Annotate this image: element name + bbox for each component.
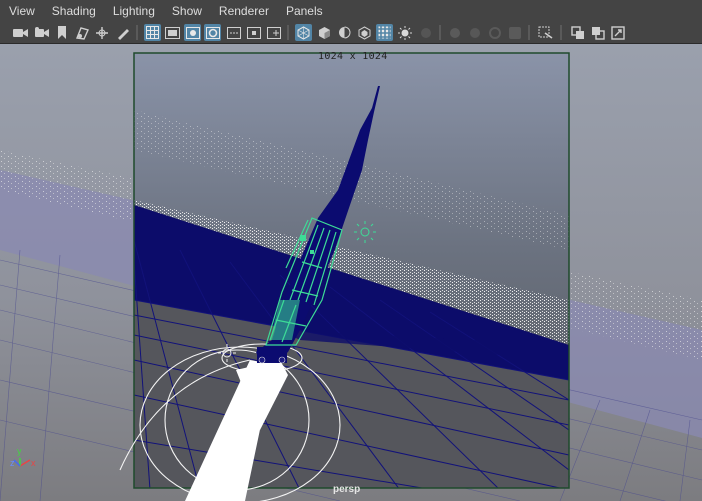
safe-action-icon[interactable] — [245, 24, 262, 41]
depth-of-field-icon[interactable] — [506, 24, 523, 41]
axis-label-y: y — [17, 446, 22, 456]
wireframe-icon[interactable] — [295, 24, 312, 41]
menu-view[interactable]: View — [0, 4, 43, 18]
select-camera-icon[interactable] — [12, 24, 29, 41]
safe-title-icon[interactable] — [265, 24, 282, 41]
gate-mask-icon[interactable] — [204, 24, 221, 41]
grease-pencil-icon[interactable] — [114, 24, 131, 41]
antialiasing-icon[interactable] — [486, 24, 503, 41]
axis-label-z: z — [10, 458, 15, 468]
smooth-shade-icon[interactable] — [316, 24, 333, 41]
xray-icon[interactable] — [376, 24, 393, 41]
shadows-icon[interactable] — [417, 24, 434, 41]
2d-pan-zoom-icon[interactable] — [94, 24, 111, 41]
menu-renderer[interactable]: Renderer — [210, 4, 277, 18]
panel-menubar: View Shading Lighting Show Renderer Pane… — [0, 0, 702, 22]
ambient-occlusion-icon[interactable] — [446, 24, 463, 41]
menu-shading[interactable]: Shading — [43, 4, 104, 18]
isolate-select-icon[interactable] — [537, 24, 554, 41]
xray-active-icon[interactable] — [589, 24, 606, 41]
camera-view-icon[interactable] — [609, 24, 626, 41]
use-lights-icon[interactable] — [396, 24, 413, 41]
motion-blur-icon[interactable] — [466, 24, 483, 41]
grid-icon[interactable] — [144, 24, 161, 41]
menu-lighting[interactable]: Lighting — [104, 4, 163, 18]
menu-show[interactable]: Show — [163, 4, 210, 18]
xray-joints-icon[interactable] — [569, 24, 586, 41]
panel-toolbar — [0, 22, 702, 44]
field-chart-icon[interactable] — [225, 24, 242, 41]
bounding-box-icon[interactable] — [336, 24, 353, 41]
camera-name-label: persp — [333, 484, 361, 495]
use-default-material-icon[interactable] — [356, 24, 373, 41]
image-plane-icon[interactable] — [73, 24, 90, 41]
bookmark-icon[interactable] — [53, 24, 70, 41]
axis-label-x: x — [31, 458, 36, 468]
resolution-gate-icon[interactable] — [184, 24, 201, 41]
perspective-viewport[interactable]: 1024 x 1024 x y z persp — [0, 44, 702, 501]
menu-panels[interactable]: Panels — [277, 4, 331, 18]
film-gate-icon[interactable] — [164, 24, 181, 41]
resolution-gate-label: 1024 x 1024 — [318, 51, 388, 62]
camera-attributes-icon[interactable] — [33, 24, 50, 41]
